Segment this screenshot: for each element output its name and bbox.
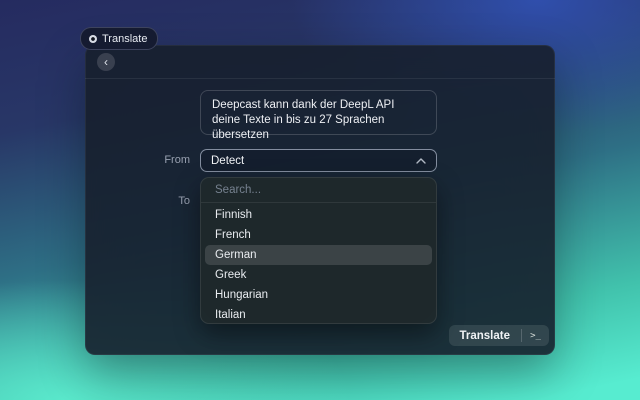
translate-button[interactable]: Translate <box>449 330 522 342</box>
translate-window: ‹ Deepcast kann dank der DeepL API deine… <box>85 45 555 355</box>
language-dropdown: Finnish French German Greek Hungarian It… <box>200 177 437 324</box>
from-language-value: Detect <box>211 155 244 167</box>
terminal-icon[interactable]: >_ <box>522 331 549 341</box>
chevron-up-icon <box>416 158 426 164</box>
dropdown-option-french[interactable]: French <box>201 225 436 245</box>
dropdown-search-row <box>201 178 436 203</box>
desktop-background: Translate ‹ Deepcast kann dank der DeepL… <box>0 0 640 400</box>
chevron-left-icon: ‹ <box>104 56 108 68</box>
translate-app-badge[interactable]: Translate <box>80 27 158 50</box>
source-text-area[interactable]: Deepcast kann dank der DeepL API deine T… <box>200 90 437 135</box>
source-text: Deepcast kann dank der DeepL API deine T… <box>212 99 394 141</box>
window-header: ‹ <box>85 45 555 79</box>
from-language-select[interactable]: Detect <box>200 149 437 172</box>
dropdown-option-greek[interactable]: Greek <box>201 265 436 285</box>
back-button[interactable]: ‹ <box>97 53 115 71</box>
from-label: From <box>85 149 190 172</box>
dropdown-option-german[interactable]: German <box>205 245 432 265</box>
footer-action-group: Translate >_ <box>449 325 550 346</box>
translate-app-badge-label: Translate <box>102 33 147 45</box>
dropdown-option-finnish[interactable]: Finnish <box>201 205 436 225</box>
dropdown-option-hungarian[interactable]: Hungarian <box>201 285 436 305</box>
dropdown-option-italian[interactable]: Italian <box>201 305 436 324</box>
gear-icon <box>89 35 97 43</box>
dropdown-options-list: Finnish French German Greek Hungarian It… <box>201 203 436 324</box>
dropdown-search-input[interactable] <box>213 183 424 197</box>
to-label: To <box>85 190 190 213</box>
